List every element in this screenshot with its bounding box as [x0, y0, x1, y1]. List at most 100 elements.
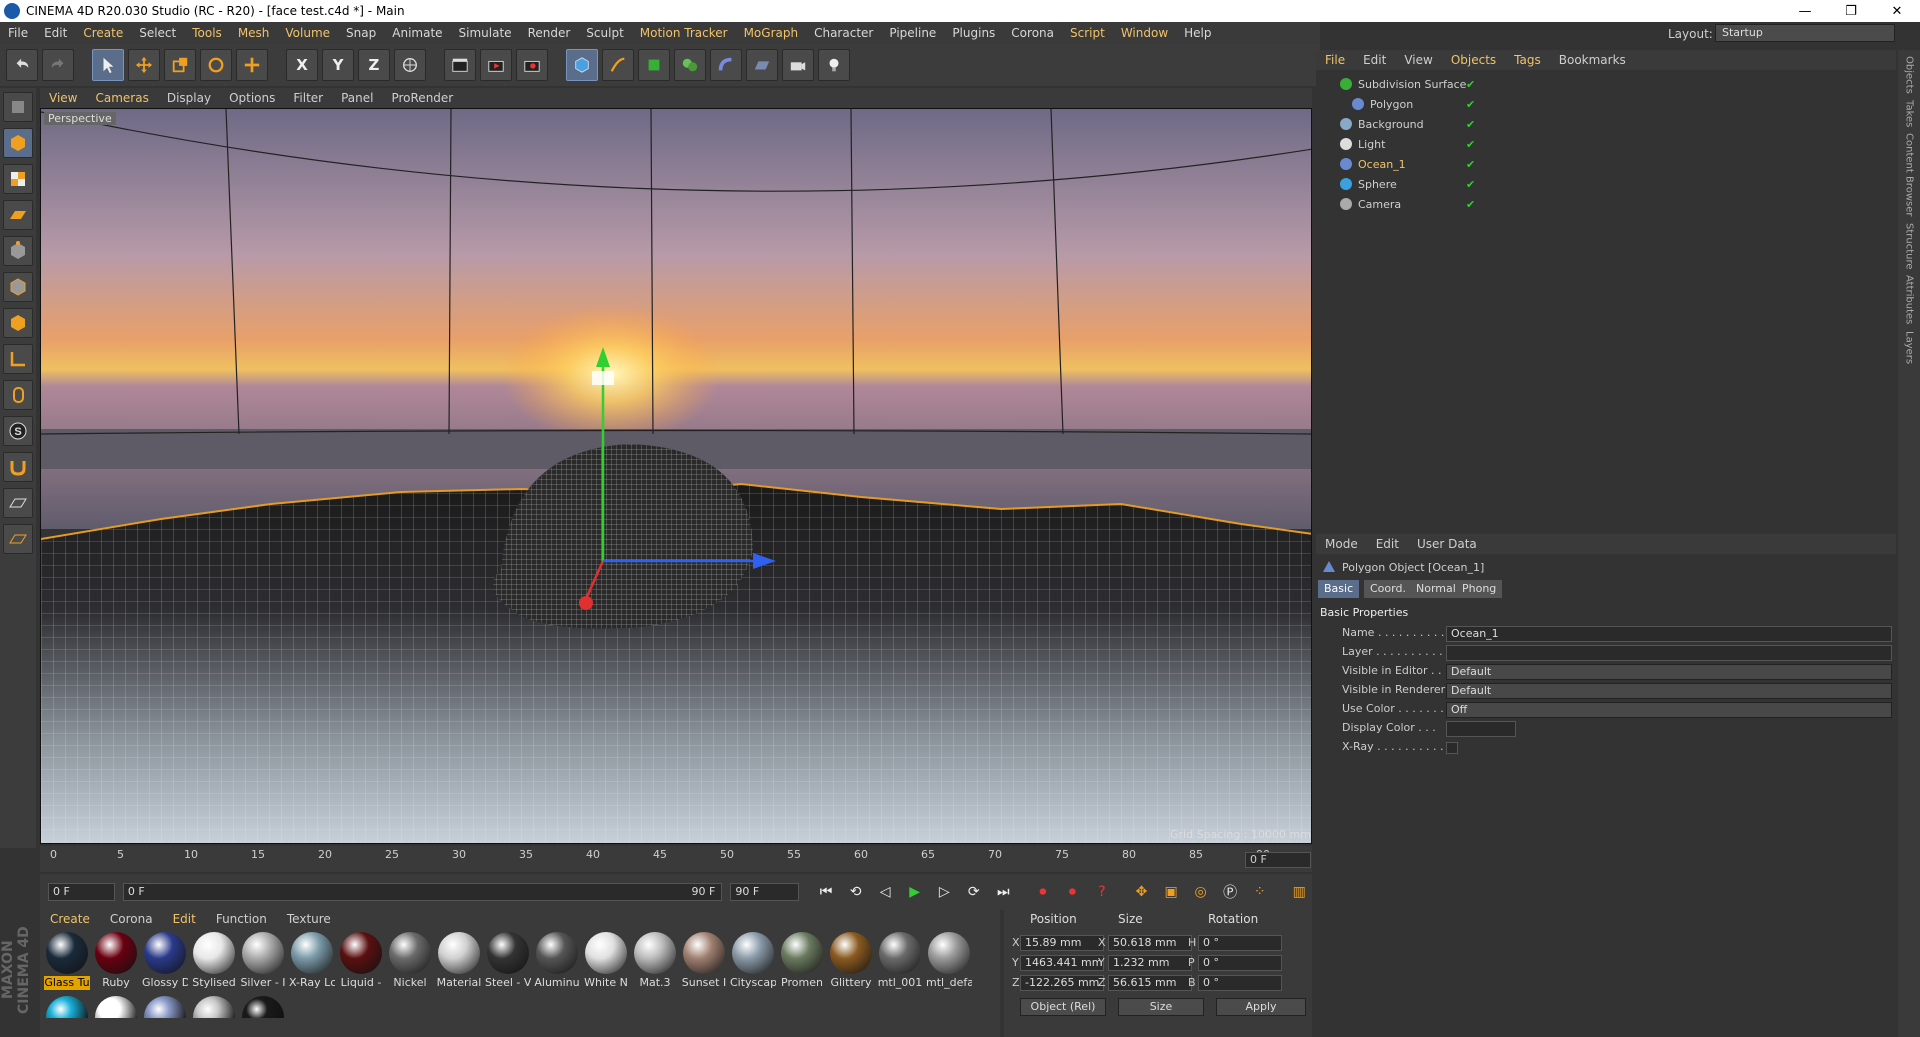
planar-workplane-button[interactable] — [3, 524, 33, 554]
coord-rotation-y-field[interactable]: 0 ° — [1198, 955, 1282, 971]
viewport-menu-display[interactable]: Display — [158, 91, 220, 105]
side-tab-content-browser[interactable]: Content Browser — [1904, 133, 1915, 216]
attribute-tab-basic[interactable]: Basic — [1318, 580, 1360, 598]
material-swatch[interactable]: mtl_defa — [926, 932, 972, 990]
render-view-button[interactable] — [444, 49, 476, 81]
attribute-menu-user-data[interactable]: User Data — [1408, 537, 1486, 551]
start-frame-field[interactable]: 0 F — [48, 883, 115, 901]
display-color-swatch[interactable] — [1446, 721, 1516, 737]
object-row-light[interactable]: Light ✔ — [1316, 134, 1896, 154]
deformer-button[interactable] — [710, 49, 742, 81]
record-active-button[interactable]: ⏺ — [1030, 879, 1056, 905]
menu-pipeline[interactable]: Pipeline — [881, 26, 944, 40]
redo-button[interactable] — [42, 49, 74, 81]
material-swatch[interactable]: Glittery — [828, 932, 874, 990]
record-scale-button[interactable]: ▣ — [1158, 879, 1184, 905]
side-tab-takes[interactable]: Takes — [1904, 100, 1915, 127]
viewport-menu-filter[interactable]: Filter — [284, 91, 332, 105]
coordinate-system-button[interactable] — [394, 49, 426, 81]
material-swatch[interactable] — [93, 996, 139, 1020]
coord-rotation-z-field[interactable]: 0 ° — [1198, 975, 1282, 991]
side-tab-attributes[interactable]: Attributes — [1904, 275, 1915, 324]
transform-tool-button[interactable] — [236, 49, 268, 81]
viewport-menu-panel[interactable]: Panel — [332, 91, 382, 105]
object-row-ocean-1[interactable]: Ocean_1 ✔ — [1316, 154, 1896, 174]
go-to-end-button[interactable]: ⏭ — [991, 879, 1017, 905]
object-menu-objects[interactable]: Objects — [1442, 53, 1505, 67]
object-menu-bookmarks[interactable]: Bookmarks — [1550, 53, 1635, 67]
close-button[interactable]: ✕ — [1874, 4, 1920, 19]
apply-button[interactable]: Apply — [1216, 998, 1306, 1016]
attribute-visible-in-renderer-field[interactable]: Default — [1446, 683, 1892, 699]
object-row-sphere[interactable]: Sphere ✔ — [1316, 174, 1896, 194]
menu-tools[interactable]: Tools — [184, 26, 230, 40]
visibility-check-icon[interactable]: ✔ — [1466, 118, 1475, 131]
menu-animate[interactable]: Animate — [384, 26, 450, 40]
menu-corona[interactable]: Corona — [1003, 26, 1062, 40]
material-menu-texture[interactable]: Texture — [277, 912, 341, 926]
attribute-tab-normal[interactable]: Normal — [1410, 580, 1462, 598]
coord-size-x-field[interactable]: 50.618 mm — [1108, 935, 1192, 951]
coord-position-x-field[interactable]: 15.89 mm — [1020, 935, 1104, 951]
object-menu-tags[interactable]: Tags — [1505, 53, 1550, 67]
camera-button[interactable] — [782, 49, 814, 81]
end-frame-field[interactable]: 90 F — [730, 883, 800, 901]
minimize-button[interactable]: — — [1782, 4, 1828, 19]
menu-mograph[interactable]: MoGraph — [736, 26, 807, 40]
visibility-check-icon[interactable]: ✔ — [1466, 78, 1475, 91]
play-button[interactable]: ▶ — [902, 879, 928, 905]
workplane-mode-button[interactable] — [3, 200, 33, 230]
material-menu-create[interactable]: Create — [40, 912, 100, 926]
make-editable-button[interactable] — [3, 92, 33, 122]
material-swatch[interactable] — [240, 996, 286, 1020]
side-tab-structure[interactable]: Structure — [1904, 223, 1915, 270]
current-frame-field[interactable]: 0 F — [1245, 852, 1311, 868]
object-menu-edit[interactable]: Edit — [1354, 53, 1395, 67]
lock-z-axis-button[interactable]: Z — [358, 49, 390, 81]
material-menu-edit[interactable]: Edit — [163, 912, 206, 926]
menu-sculpt[interactable]: Sculpt — [578, 26, 631, 40]
coord-size-y-field[interactable]: 1.232 mm — [1108, 955, 1192, 971]
record-rotation-button[interactable]: ◎ — [1188, 879, 1214, 905]
visibility-check-icon[interactable]: ✔ — [1466, 198, 1475, 211]
side-tab-layers[interactable]: Layers — [1904, 331, 1915, 364]
snap-button[interactable] — [3, 452, 33, 482]
array-button[interactable] — [674, 49, 706, 81]
attribute-menu-mode[interactable]: Mode — [1316, 537, 1367, 551]
menu-snap[interactable]: Snap — [338, 26, 384, 40]
menu-plugins[interactable]: Plugins — [944, 26, 1003, 40]
previous-frame-button[interactable]: ◁ — [872, 879, 898, 905]
coord-position-z-field[interactable]: -122.265 mm — [1020, 975, 1104, 991]
layout-dropdown[interactable]: Startup — [1715, 24, 1895, 42]
attribute-menu-edit[interactable]: Edit — [1367, 537, 1408, 551]
tweak-mode-button[interactable] — [3, 380, 33, 410]
solo-button[interactable]: S — [3, 416, 33, 446]
object-row-background[interactable]: Background ✔ — [1316, 114, 1896, 134]
autokeying-button[interactable]: ⏺ — [1060, 879, 1086, 905]
material-menu-function[interactable]: Function — [206, 912, 277, 926]
menu-file[interactable]: File — [0, 26, 36, 40]
material-swatch[interactable]: Liquid - — [338, 932, 384, 990]
cube-primitive-button[interactable] — [566, 49, 598, 81]
menu-select[interactable]: Select — [131, 26, 184, 40]
record-position-button[interactable]: ✥ — [1129, 879, 1155, 905]
viewport-menu-cameras[interactable]: Cameras — [86, 91, 157, 105]
edges-mode-button[interactable] — [3, 272, 33, 302]
frame-range-slider[interactable]: 0 F 90 F — [122, 883, 723, 901]
lock-x-axis-button[interactable]: X — [286, 49, 318, 81]
menu-simulate[interactable]: Simulate — [451, 26, 520, 40]
material-swatch[interactable]: Ruby — [93, 932, 139, 990]
coordinate-mode-dropdown[interactable]: Object (Rel) — [1020, 998, 1106, 1016]
material-swatch[interactable]: Nickel — [387, 932, 433, 990]
record-parameter-button[interactable]: Ⓟ — [1217, 879, 1243, 905]
material-swatch[interactable]: Cityscap — [730, 932, 776, 990]
live-selection-button[interactable] — [92, 49, 124, 81]
menu-volume[interactable]: Volume — [277, 26, 338, 40]
material-swatch[interactable]: Sunset I — [681, 932, 727, 990]
attribute-tab-coord[interactable]: Coord. — [1364, 580, 1412, 598]
floor-button[interactable] — [746, 49, 778, 81]
menu-create[interactable]: Create — [75, 26, 131, 40]
keyframe-selection-button[interactable]: ? — [1089, 879, 1115, 905]
side-tab-objects[interactable]: Objects — [1904, 56, 1915, 94]
material-swatch[interactable]: Mat.3 — [632, 932, 678, 990]
